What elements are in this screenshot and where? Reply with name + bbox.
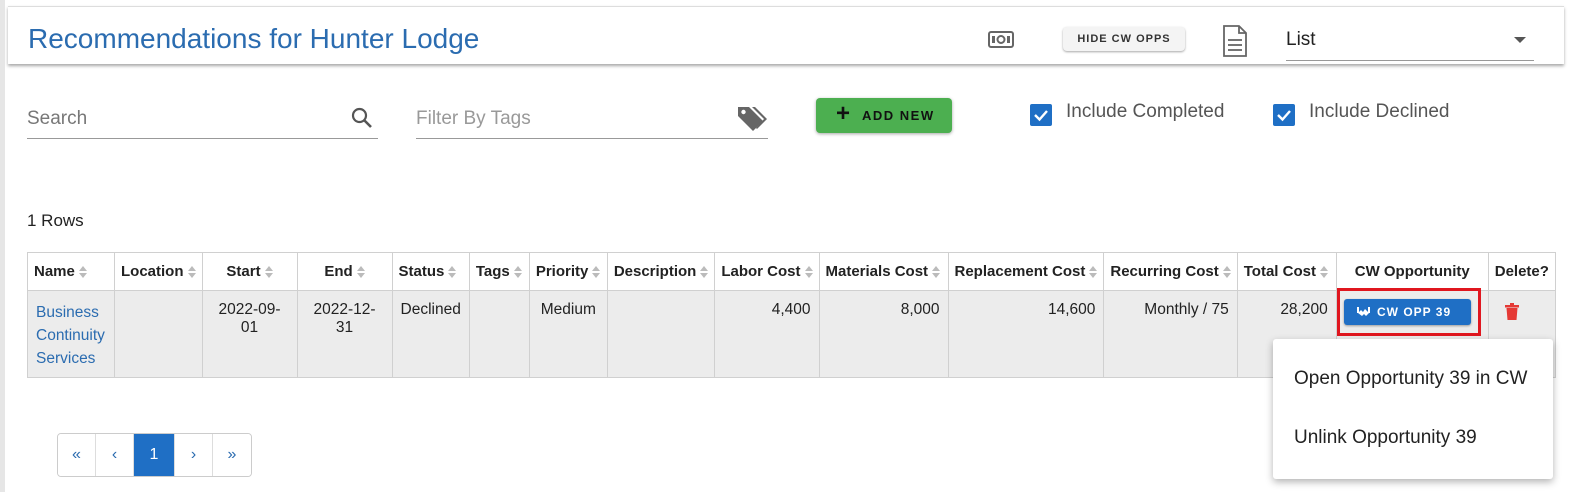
sort-icon	[264, 266, 273, 279]
rows-count: 1 Rows	[27, 211, 84, 230]
sort-icon	[187, 266, 196, 279]
hide-cw-opps-button[interactable]: HIDE CW OPPS	[1063, 27, 1185, 51]
menu-item-unlink-opportunity[interactable]: Unlink Opportunity 39	[1294, 427, 1477, 449]
trash-icon[interactable]	[1505, 303, 1519, 320]
cell-location	[114, 290, 203, 378]
column-header-status[interactable]: Status	[391, 252, 470, 291]
recommendation-name-link[interactable]: Business Continuity Services	[36, 301, 106, 370]
pagination-next[interactable]: ›	[175, 434, 213, 476]
page-title: Recommendations for Hunter Lodge	[28, 23, 480, 54]
view-select[interactable]: List	[1286, 23, 1534, 61]
search-input[interactable]: Search	[27, 98, 378, 139]
sort-icon	[1222, 266, 1231, 279]
cell-description	[606, 290, 716, 378]
pagination-prev[interactable]: ‹	[96, 434, 134, 476]
include-completed-checkbox[interactable]	[1030, 104, 1052, 126]
pagination-first[interactable]: «	[58, 434, 96, 476]
sort-icon	[700, 266, 709, 279]
sort-icon	[804, 266, 813, 279]
plus-icon: +	[836, 100, 851, 127]
column-header-priority[interactable]: Priority	[528, 252, 608, 291]
cell-recurring-cost: Monthly / 75	[1103, 290, 1238, 378]
cw-opportunity-highlight: CW OPP 39	[1337, 288, 1481, 336]
cell-materials-cost: 8,000	[818, 290, 949, 378]
column-header-name[interactable]: Name	[27, 252, 115, 291]
include-declined-label: Include Declined	[1309, 101, 1450, 122]
cell-tags	[468, 290, 530, 378]
table-header-row: Name Location Start End Status Tags Prio…	[27, 252, 1556, 291]
tags-placeholder: Filter By Tags	[416, 108, 531, 129]
cell-end: 2022-12-31	[296, 290, 393, 378]
include-completed-label: Include Completed	[1066, 101, 1225, 122]
column-header-replacement-cost[interactable]: Replacement Cost	[947, 252, 1105, 291]
pagination-last[interactable]: »	[213, 434, 251, 476]
cw-opportunity-button[interactable]: CW OPP 39	[1344, 299, 1471, 325]
cell-start: 2022-09-01	[201, 290, 298, 378]
filter-by-tags-input[interactable]: Filter By Tags	[416, 98, 768, 139]
column-header-end[interactable]: End	[296, 252, 393, 291]
column-header-delete: Delete?	[1487, 252, 1556, 291]
cw-opportunity-menu: Open Opportunity 39 in CW Unlink Opportu…	[1273, 339, 1553, 479]
column-header-labor-cost[interactable]: Labor Cost	[714, 252, 820, 291]
column-header-recurring-cost[interactable]: Recurring Cost	[1103, 252, 1238, 291]
cell-status: Declined	[391, 290, 470, 378]
add-new-label: ADD NEW	[862, 108, 935, 123]
document-icon[interactable]	[1222, 25, 1248, 57]
left-edge	[0, 0, 5, 492]
sort-icon	[1089, 266, 1098, 279]
column-header-materials-cost[interactable]: Materials Cost	[818, 252, 949, 291]
pagination-page-current[interactable]: 1	[134, 434, 175, 476]
chevron-down-icon	[1514, 37, 1526, 43]
include-declined-checkbox[interactable]	[1273, 104, 1295, 126]
sort-icon	[932, 266, 941, 279]
cell-labor-cost: 4,400	[714, 290, 820, 378]
sort-icon	[592, 266, 601, 279]
cell-name[interactable]: Business Continuity Services	[27, 290, 115, 378]
pagination: « ‹ 1 › »	[57, 433, 252, 477]
check-icon	[1034, 110, 1048, 122]
sort-icon	[78, 266, 87, 279]
sort-icon	[513, 266, 522, 279]
sort-icon	[356, 266, 365, 279]
page: Recommendations for Hunter Lodge HIDE CW…	[0, 0, 1575, 492]
cw-opportunity-label: CW OPP 39	[1377, 305, 1452, 319]
search-placeholder: Search	[27, 108, 88, 129]
view-select-value: List	[1286, 29, 1316, 50]
search-icon	[351, 107, 372, 128]
check-icon	[1277, 110, 1291, 122]
cash-icon[interactable]	[988, 30, 1014, 50]
column-header-cw-opportunity: CW Opportunity	[1335, 252, 1489, 291]
cell-priority: Medium	[528, 290, 608, 378]
menu-item-open-opportunity[interactable]: Open Opportunity 39 in CW	[1294, 368, 1527, 390]
top-bar: Recommendations for Hunter Lodge HIDE CW…	[8, 6, 1564, 64]
sort-icon	[448, 266, 457, 279]
column-header-total-cost[interactable]: Total Cost	[1236, 252, 1337, 291]
tag-icon	[738, 107, 767, 131]
handshake-icon	[1357, 307, 1370, 316]
column-header-description[interactable]: Description	[606, 252, 716, 291]
column-header-tags[interactable]: Tags	[468, 252, 530, 291]
column-header-location[interactable]: Location	[114, 252, 203, 291]
cell-replacement-cost: 14,600	[947, 290, 1105, 378]
add-new-button[interactable]: + ADD NEW	[816, 98, 952, 133]
sort-icon	[1319, 266, 1328, 279]
column-header-start[interactable]: Start	[201, 252, 298, 291]
